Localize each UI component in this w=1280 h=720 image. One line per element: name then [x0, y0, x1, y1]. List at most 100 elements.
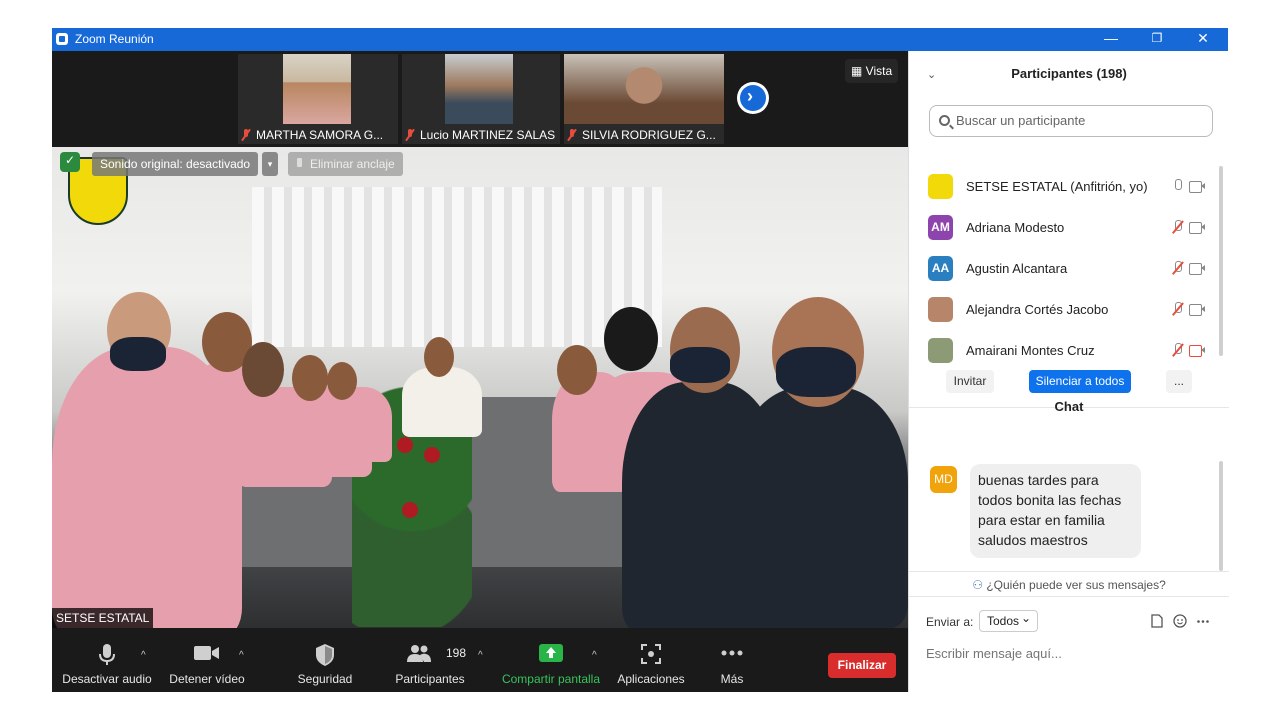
video-camera-icon[interactable] — [1189, 222, 1205, 234]
restore-button[interactable]: ❐ — [1134, 28, 1180, 51]
mute-all-button[interactable]: Silenciar a todos — [1029, 370, 1131, 393]
person-head — [327, 362, 357, 400]
muted-mic-icon — [240, 129, 252, 141]
chevron-up-icon[interactable]: ^ — [141, 650, 146, 661]
person-head — [424, 337, 454, 377]
zoom-logo-icon — [56, 33, 68, 45]
more-button[interactable]: Más — [708, 628, 756, 692]
participants-panel-title: Participantes (198) — [1011, 66, 1127, 81]
stop-video-button[interactable]: Detener vídeo — [164, 628, 250, 692]
participant-avatar — [928, 174, 953, 199]
participant-name: SETSE ESTATAL (Anfitrión, yo) — [966, 179, 1148, 194]
main-video: Sonido original: desactivado ▾ Eliminar … — [52, 147, 908, 628]
muted-mic-icon[interactable] — [1171, 261, 1183, 275]
side-panel: ⌄ Participantes (198) Buscar un particip… — [908, 51, 1229, 692]
participant-name: Adriana Modesto — [966, 220, 1065, 235]
end-meeting-button[interactable]: Finalizar — [828, 653, 896, 678]
participant-thumbnail[interactable]: MARTHA SAMORA G... — [238, 54, 398, 144]
more-dots-icon — [721, 650, 743, 656]
next-page-button[interactable]: › — [737, 82, 769, 114]
muted-mic-icon[interactable] — [1171, 220, 1183, 234]
more-options-button[interactable]: ... — [1166, 370, 1192, 393]
search-placeholder: Buscar un participante — [956, 113, 1086, 128]
security-button[interactable]: Seguridad — [290, 628, 360, 692]
face-mask — [670, 347, 730, 383]
apps-button[interactable]: Aplicaciones — [612, 628, 690, 692]
apps-label: Aplicaciones — [617, 672, 685, 686]
chevron-up-icon[interactable]: ^ — [478, 650, 483, 661]
invite-button[interactable]: Invitar — [946, 370, 994, 393]
more-label: Más — [720, 672, 744, 686]
participant-thumbnail[interactable]: SILVIA RODRIGUEZ G... — [564, 54, 724, 144]
video-camera-icon[interactable] — [1189, 304, 1205, 316]
scrollbar[interactable] — [1219, 166, 1223, 356]
microphone-icon[interactable] — [1171, 179, 1183, 193]
face-mask — [110, 337, 166, 371]
participant-avatar: AA — [928, 256, 953, 281]
chat-message: buenas tardes para todos bonita las fech… — [970, 464, 1141, 558]
person — [322, 387, 392, 462]
chevron-down-icon[interactable]: ▾ — [262, 152, 278, 176]
ornament — [402, 502, 418, 518]
title-bar: Zoom Reunión — ❐ ✕ — [52, 28, 1228, 51]
search-icon — [939, 115, 950, 126]
sender-avatar: MD — [930, 466, 957, 493]
video-camera-icon[interactable] — [1189, 181, 1205, 193]
participant-name: Agustin Alcantara — [966, 261, 1068, 276]
person — [402, 367, 482, 437]
muted-mic-icon[interactable] — [1171, 302, 1183, 316]
person-head — [292, 355, 328, 401]
participant-row[interactable]: Alejandra Cortés Jacobo — [909, 289, 1213, 330]
shield-icon — [316, 644, 334, 666]
person-head — [604, 307, 658, 371]
participant-row[interactable]: AA Agustin Alcantara — [909, 248, 1213, 289]
participant-name: SILVIA RODRIGUEZ G... — [582, 128, 716, 142]
who-can-see-link[interactable]: ⚇ ¿Quién puede ver sus mensajes? — [909, 578, 1229, 592]
participant-name: MARTHA SAMORA G... — [256, 128, 384, 142]
view-button[interactable]: Vista — [845, 59, 899, 83]
ornament — [424, 447, 440, 463]
background-curtain — [252, 187, 662, 347]
participant-row[interactable]: SETSE ESTATAL (Anfitrión, yo) — [909, 166, 1213, 207]
more-dots-icon[interactable] — [1197, 620, 1209, 623]
send-to-dropdown[interactable]: Todos — [979, 608, 1038, 632]
participant-avatar: AM — [928, 215, 953, 240]
mute-audio-button[interactable]: Desactivar audio — [60, 628, 154, 692]
participant-row[interactable]: AM Adriana Modesto — [909, 207, 1213, 248]
chat-message-input[interactable] — [926, 641, 1216, 665]
zoom-window: Zoom Reunión — ❐ ✕ MARTHA SAMORA G... Lu… — [52, 28, 1229, 692]
person-lock-icon: ⚇ — [972, 578, 983, 592]
minimize-button[interactable]: — — [1088, 28, 1134, 51]
chevron-up-icon[interactable]: ^ — [239, 650, 244, 661]
participant-video — [283, 54, 351, 124]
scrollbar[interactable] — [1219, 461, 1223, 571]
muted-mic-icon — [566, 129, 578, 141]
participants-button[interactable]: 198 Participantes — [390, 628, 470, 692]
original-sound-button[interactable]: Sonido original: desactivado — [92, 152, 259, 176]
muted-mic-icon — [404, 129, 416, 141]
file-icon[interactable] — [1151, 614, 1163, 628]
window-title: Zoom Reunión — [75, 32, 154, 46]
video-camera-icon[interactable] — [1189, 263, 1205, 275]
muted-mic-icon[interactable] — [1171, 343, 1183, 357]
share-screen-button[interactable]: Compartir pantalla — [498, 628, 604, 692]
divider — [909, 596, 1229, 597]
close-button[interactable]: ✕ — [1180, 28, 1226, 51]
unpin-button[interactable]: Eliminar anclaje — [288, 152, 403, 176]
participant-row[interactable]: Amairani Montes Cruz — [909, 330, 1213, 371]
emoji-icon[interactable] — [1173, 614, 1187, 628]
participants-icon — [406, 645, 431, 662]
participant-thumbnail[interactable]: Lucio MARTINEZ SALAS — [402, 54, 560, 144]
apps-icon — [641, 644, 661, 664]
participant-search-input[interactable]: Buscar un participante — [929, 105, 1213, 137]
video-off-icon[interactable] — [1189, 345, 1205, 357]
participant-name: Amairani Montes Cruz — [966, 343, 1095, 358]
chevron-up-icon[interactable]: ^ — [592, 650, 597, 661]
stop-video-label: Detener vídeo — [169, 672, 245, 686]
meeting-area: MARTHA SAMORA G... Lucio MARTINEZ SALAS … — [52, 51, 908, 628]
participant-video — [564, 54, 724, 124]
divider — [909, 571, 1229, 572]
chevron-right-icon: › — [747, 86, 753, 106]
participants-label: Participantes — [395, 672, 465, 686]
share-screen-label: Compartir pantalla — [501, 672, 601, 686]
